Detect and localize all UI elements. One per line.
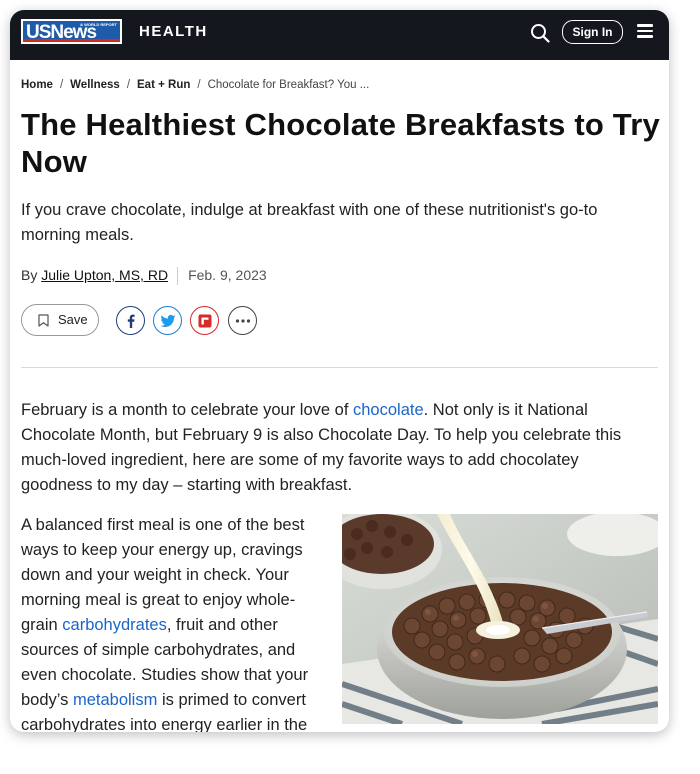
chocolate-link[interactable]: chocolate bbox=[353, 401, 424, 419]
share-flipboard-button[interactable] bbox=[190, 306, 219, 335]
sign-in-button[interactable]: Sign In bbox=[562, 20, 623, 44]
author-link[interactable]: Julie Upton, MS, RD bbox=[41, 267, 168, 283]
share-more-button[interactable] bbox=[228, 306, 257, 335]
breadcrumb-current: Chocolate for Breakfast? You ... bbox=[207, 79, 370, 91]
facebook-icon bbox=[127, 314, 135, 328]
flipboard-icon bbox=[198, 314, 211, 327]
breadcrumb-wellness[interactable]: Wellness bbox=[70, 79, 120, 91]
breadcrumb: Home / Wellness / Eat + Run / Chocolate for Br… bbox=[21, 79, 369, 91]
byline: By Julie Upton, MS, RD Feb. 9, 2023 bbox=[21, 267, 267, 286]
twitter-icon bbox=[160, 314, 175, 327]
section-title[interactable]: HEALTH bbox=[139, 23, 208, 40]
save-label: Save bbox=[58, 312, 88, 327]
chocolate-cereal-photo[interactable] bbox=[342, 514, 658, 724]
share-twitter-button[interactable] bbox=[153, 306, 182, 335]
breadcrumb-separator: / bbox=[197, 79, 201, 91]
hamburger-menu-icon[interactable] bbox=[637, 24, 653, 38]
browser-viewport: USNews & WORLD REPORT HEALTH Sign In Hom… bbox=[10, 10, 669, 732]
site-header: USNews & WORLD REPORT HEALTH Sign In bbox=[10, 10, 669, 60]
save-button[interactable]: Save bbox=[21, 304, 99, 336]
carbohydrates-link[interactable]: carbohydrates bbox=[62, 616, 167, 634]
breadcrumb-eat-run[interactable]: Eat + Run bbox=[137, 79, 190, 91]
logo-red-stripe bbox=[23, 39, 120, 42]
article-dek: If you crave chocolate, indulge at break… bbox=[21, 201, 598, 244]
section-divider bbox=[21, 367, 658, 368]
bookmark-icon bbox=[38, 314, 49, 327]
publish-date: Feb. 9, 2023 bbox=[188, 267, 267, 283]
usnews-logo[interactable]: USNews & WORLD REPORT bbox=[21, 19, 122, 44]
article-paragraph: A balanced first meal is one of the best… bbox=[21, 516, 309, 732]
logo-tagline: & WORLD REPORT bbox=[80, 22, 117, 27]
breadcrumb-home[interactable]: Home bbox=[21, 79, 53, 91]
byline-divider bbox=[177, 267, 179, 286]
byline-prefix: By bbox=[21, 267, 38, 283]
breadcrumb-separator: / bbox=[126, 79, 131, 91]
search-icon[interactable] bbox=[530, 23, 550, 43]
share-facebook-button[interactable] bbox=[116, 306, 145, 335]
article-paragraph: February is a month to celebrate your lo… bbox=[21, 401, 622, 494]
metabolism-link[interactable]: metabolism bbox=[73, 691, 157, 709]
more-options-icon bbox=[235, 318, 250, 323]
breadcrumb-separator: / bbox=[59, 79, 64, 91]
article-headline: The Healthiest Chocolate Breakfasts to T… bbox=[21, 107, 660, 179]
